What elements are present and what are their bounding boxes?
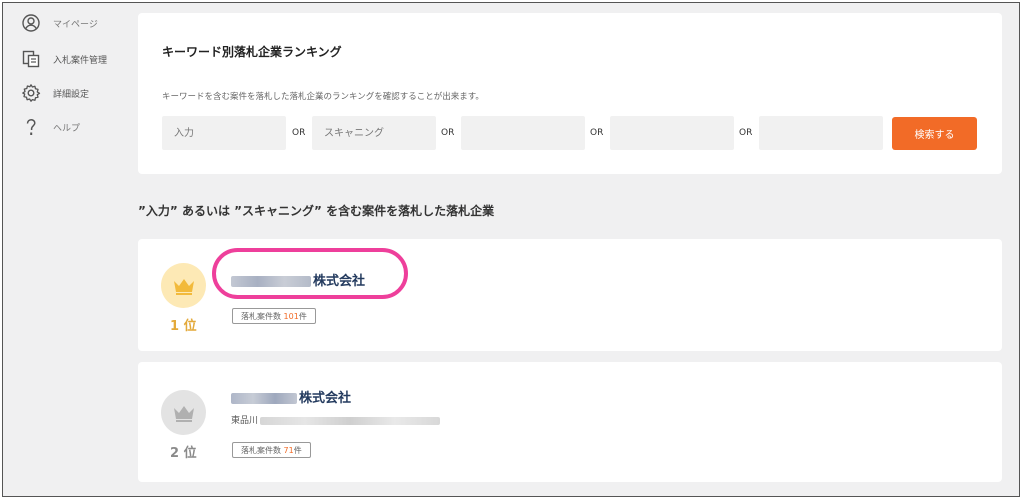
sidebar-item-mypage[interactable]: マイページ bbox=[21, 11, 98, 35]
or-label: OR bbox=[590, 128, 604, 138]
sidebar-item-settings[interactable]: 詳細設定 bbox=[21, 81, 89, 105]
keyword-input-5[interactable] bbox=[759, 116, 883, 150]
company-name[interactable]: 株式会社 bbox=[231, 387, 351, 406]
ranking-card-2[interactable]: 2 位 株式会社 東品川 落札案件数 71件 bbox=[138, 362, 1002, 482]
or-label: OR bbox=[739, 128, 753, 138]
sidebar-item-label: 詳細設定 bbox=[53, 89, 90, 100]
redacted-address bbox=[260, 416, 441, 425]
company-address: 東品川 bbox=[231, 413, 442, 426]
redacted-name bbox=[231, 393, 297, 404]
documents-icon bbox=[21, 49, 41, 69]
crown-icon bbox=[173, 405, 194, 422]
bid-count-badge: 落札案件数 101件 bbox=[232, 308, 316, 324]
highlight-annotation bbox=[212, 248, 408, 299]
crown-badge bbox=[161, 263, 206, 308]
sidebar-item-label: ヘルプ bbox=[53, 123, 81, 134]
or-label: OR bbox=[441, 128, 455, 138]
or-label: OR bbox=[292, 128, 306, 138]
page-title: キーワード別落札企業ランキング bbox=[162, 45, 342, 59]
rank-label: 1 位 bbox=[170, 319, 197, 334]
app-frame: マイページ 入札案件管理 詳細設定 ヘルプ キーワード別落札企業ランキング キー… bbox=[2, 2, 1020, 497]
crown-icon bbox=[173, 278, 194, 295]
rank-label: 2 位 bbox=[170, 446, 197, 461]
keyword-input-3[interactable] bbox=[461, 116, 585, 150]
sidebar-item-label: マイページ bbox=[53, 19, 98, 30]
gear-icon bbox=[21, 83, 41, 103]
sidebar-item-label: 入札案件管理 bbox=[53, 55, 108, 66]
search-description: キーワードを含む案件を落札した落札企業のランキングを確認することが出来ます。 bbox=[162, 92, 484, 102]
sidebar: マイページ 入札案件管理 詳細設定 ヘルプ bbox=[3, 3, 123, 496]
sidebar-item-help[interactable]: ヘルプ bbox=[21, 115, 80, 139]
question-icon bbox=[21, 117, 41, 137]
results-heading: ”入力” あるいは ”スキャニング” を含む案件を落札した落札企業 bbox=[138, 204, 495, 218]
crown-badge bbox=[161, 390, 206, 435]
keyword-input-4[interactable] bbox=[610, 116, 734, 150]
bid-count-badge: 落札案件数 71件 bbox=[232, 442, 311, 458]
user-circle-icon bbox=[21, 13, 41, 33]
sidebar-item-bid-management[interactable]: 入札案件管理 bbox=[21, 47, 107, 71]
keyword-input-1[interactable] bbox=[162, 116, 286, 150]
keyword-search-panel: キーワード別落札企業ランキング キーワードを含む案件を落札した落札企業のランキン… bbox=[138, 13, 1002, 174]
keyword-input-2[interactable] bbox=[312, 116, 436, 150]
search-button[interactable]: 検索する bbox=[892, 117, 977, 150]
